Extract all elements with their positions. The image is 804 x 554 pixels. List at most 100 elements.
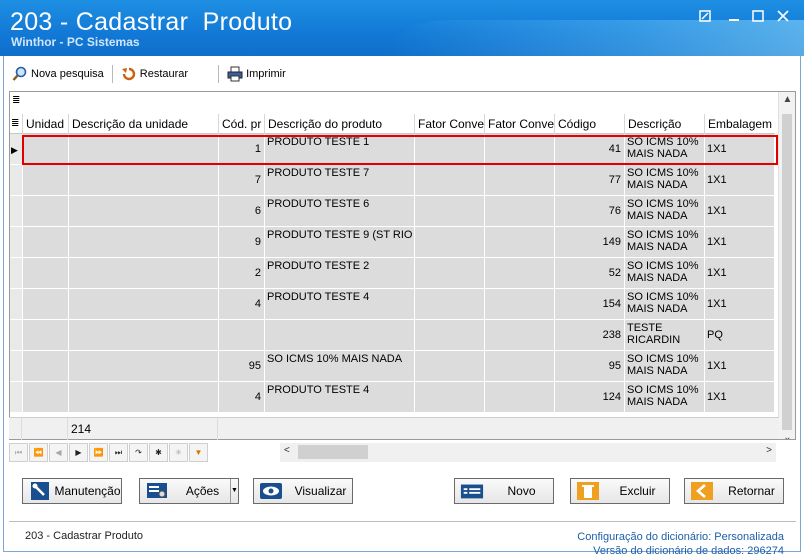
scroll-left-icon[interactable]: < bbox=[284, 445, 290, 456]
cell-fator-conv[interactable] bbox=[485, 320, 555, 351]
cell-cod-produto[interactable]: 7 bbox=[219, 165, 265, 196]
cell-descricao-produto[interactable]: PRODUTO TESTE 4 bbox=[265, 289, 415, 320]
cell-fator-conv[interactable] bbox=[485, 351, 555, 382]
imprimir-button[interactable]: Imprimir bbox=[223, 64, 290, 84]
cell-descricao-unidade[interactable] bbox=[69, 258, 219, 289]
chevron-down-icon[interactable]: ▼ bbox=[230, 479, 238, 503]
cell-fator-conv[interactable] bbox=[415, 165, 485, 196]
table-row[interactable]: 95 SO ICMS 10% MAIS NADA 95 SO ICMS 10% MAIS… bbox=[10, 351, 775, 382]
cell-unidade[interactable] bbox=[23, 196, 69, 227]
cell-embalagem[interactable]: 1X1 bbox=[705, 227, 775, 258]
cell-descricao[interactable]: SO ICMS 10% MAIS NADA bbox=[625, 351, 705, 382]
cell-embalagem[interactable]: 1X1 bbox=[705, 258, 775, 289]
acoes-button[interactable]: Ações ▼ bbox=[139, 478, 239, 504]
cell-descricao[interactable]: SO ICMS 10% MAIS NADA bbox=[625, 165, 705, 196]
cell-descricao-unidade[interactable] bbox=[69, 227, 219, 258]
cell-fator-conv[interactable] bbox=[415, 227, 485, 258]
column-header[interactable]: Cód. pr bbox=[219, 114, 265, 134]
cell-fator-conv[interactable] bbox=[415, 258, 485, 289]
refresh-icon[interactable]: ↷ bbox=[129, 443, 148, 462]
cell-codigo[interactable]: 238 bbox=[555, 320, 625, 351]
cell-cod-produto[interactable]: 4 bbox=[219, 382, 265, 413]
table-row[interactable]: 9 PRODUTO TESTE 9 (ST RIO DE 149 SO ICMS 10… bbox=[10, 227, 775, 258]
excluir-button[interactable]: Excluir bbox=[570, 478, 670, 504]
scroll-down-icon[interactable]: ⌄ bbox=[779, 432, 795, 439]
table-row[interactable]: 2 PRODUTO TESTE 2 52 SO ICMS 10% MAIS NADA 1X… bbox=[10, 258, 775, 289]
cell-cod-produto[interactable]: 2 bbox=[219, 258, 265, 289]
cell-unidade[interactable] bbox=[23, 351, 69, 382]
cell-embalagem[interactable]: 1X1 bbox=[705, 196, 775, 227]
asterisk-icon[interactable]: ✱ bbox=[149, 443, 168, 462]
cell-unidade[interactable] bbox=[23, 258, 69, 289]
hscroll-thumb[interactable] bbox=[298, 445, 368, 459]
cell-embalagem[interactable]: 1X1 bbox=[705, 134, 775, 165]
cell-descricao[interactable]: SO ICMS 10% MAIS NADA bbox=[625, 289, 705, 320]
retornar-button[interactable]: Retornar bbox=[684, 478, 784, 504]
cell-descricao-unidade[interactable] bbox=[69, 351, 219, 382]
grid-menu-icon[interactable]: ≣ bbox=[12, 95, 20, 106]
cell-descricao-produto[interactable]: PRODUTO TESTE 6 bbox=[265, 196, 415, 227]
prev-record-icon[interactable]: ◀ bbox=[49, 443, 68, 462]
table-row[interactable]: 6 PRODUTO TESTE 6 76 SO ICMS 10% MAIS NADA 1X… bbox=[10, 196, 775, 227]
nova-pesquisa-button[interactable]: Nova pesquisa bbox=[8, 64, 108, 84]
cell-descricao[interactable]: SO ICMS 10% MAIS NADA bbox=[625, 258, 705, 289]
products-grid[interactable]: ≣ ≣ Unidad Descrição da unidade Cód. pr … bbox=[9, 91, 796, 440]
cell-descricao-produto[interactable] bbox=[265, 320, 415, 351]
next-page-icon[interactable]: ⏩ bbox=[89, 443, 108, 462]
cell-descricao-produto[interactable]: SO ICMS 10% MAIS NADA bbox=[265, 351, 415, 382]
manutencao-button[interactable]: Manutenção bbox=[22, 478, 122, 504]
cell-descricao-produto[interactable]: PRODUTO TESTE 4 bbox=[265, 382, 415, 413]
vertical-scrollbar[interactable]: ▲ ⌄ bbox=[778, 92, 795, 439]
cell-fator-conv[interactable] bbox=[485, 196, 555, 227]
cell-cod-produto[interactable]: 9 bbox=[219, 227, 265, 258]
cell-fator-conv[interactable] bbox=[485, 134, 555, 165]
cell-unidade[interactable] bbox=[23, 134, 69, 165]
cell-cod-produto[interactable]: 1 bbox=[219, 134, 265, 165]
cell-cod-produto[interactable] bbox=[219, 320, 265, 351]
column-header[interactable]: Fator Conve bbox=[485, 114, 555, 134]
next-record-icon[interactable]: ▶ bbox=[69, 443, 88, 462]
column-chooser-icon[interactable]: ≣ bbox=[10, 114, 23, 134]
cell-codigo[interactable]: 77 bbox=[555, 165, 625, 196]
column-header[interactable]: Embalagem bbox=[705, 114, 775, 134]
table-row[interactable]: 4 PRODUTO TESTE 4 154 SO ICMS 10% MAIS NADA 1… bbox=[10, 289, 775, 320]
cell-codigo[interactable]: 52 bbox=[555, 258, 625, 289]
cell-descricao[interactable]: SO ICMS 10% MAIS NADA bbox=[625, 227, 705, 258]
cell-fator-conv[interactable] bbox=[415, 382, 485, 413]
cell-codigo[interactable]: 95 bbox=[555, 351, 625, 382]
cell-unidade[interactable] bbox=[23, 289, 69, 320]
cell-descricao-produto[interactable]: PRODUTO TESTE 7 bbox=[265, 165, 415, 196]
cell-codigo[interactable]: 41 bbox=[555, 134, 625, 165]
cell-unidade[interactable] bbox=[23, 382, 69, 413]
asterisk-disabled-icon[interactable]: ✳ bbox=[169, 443, 188, 462]
cell-fator-conv[interactable] bbox=[415, 289, 485, 320]
cell-fator-conv[interactable] bbox=[485, 258, 555, 289]
restaurar-button[interactable]: Restaurar bbox=[117, 64, 192, 84]
cell-cod-produto[interactable]: 95 bbox=[219, 351, 265, 382]
cell-descricao-unidade[interactable] bbox=[69, 382, 219, 413]
column-header[interactable]: Descrição bbox=[625, 114, 705, 134]
scroll-right-icon[interactable]: > bbox=[766, 445, 772, 456]
restore-icon[interactable] bbox=[696, 10, 714, 26]
cell-descricao-produto[interactable]: PRODUTO TESTE 1 bbox=[265, 134, 415, 165]
cell-fator-conv[interactable] bbox=[485, 227, 555, 258]
column-header[interactable]: Descrição da unidade bbox=[69, 114, 219, 134]
column-header[interactable]: Unidad bbox=[23, 114, 69, 134]
cell-codigo[interactable]: 154 bbox=[555, 289, 625, 320]
cell-unidade[interactable] bbox=[23, 320, 69, 351]
maximize-icon[interactable] bbox=[749, 10, 767, 26]
cell-embalagem[interactable]: PQ bbox=[705, 320, 775, 351]
cell-descricao-produto[interactable]: PRODUTO TESTE 9 (ST RIO DE bbox=[265, 227, 415, 258]
table-row[interactable]: ▶ 1 PRODUTO TESTE 1 41 SO ICMS 10% MAIS NADA 1… bbox=[10, 134, 775, 165]
cell-fator-conv[interactable] bbox=[485, 289, 555, 320]
novo-button[interactable]: Novo bbox=[454, 478, 554, 504]
cell-fator-conv[interactable] bbox=[415, 351, 485, 382]
cell-unidade[interactable] bbox=[23, 165, 69, 196]
cell-descricao-unidade[interactable] bbox=[69, 165, 219, 196]
cell-descricao-unidade[interactable] bbox=[69, 196, 219, 227]
scroll-thumb[interactable] bbox=[782, 114, 792, 430]
cell-codigo[interactable]: 124 bbox=[555, 382, 625, 413]
cell-descricao[interactable]: TESTE RICARDIN bbox=[625, 320, 705, 351]
cell-descricao-produto[interactable]: PRODUTO TESTE 2 bbox=[265, 258, 415, 289]
cell-cod-produto[interactable]: 4 bbox=[219, 289, 265, 320]
